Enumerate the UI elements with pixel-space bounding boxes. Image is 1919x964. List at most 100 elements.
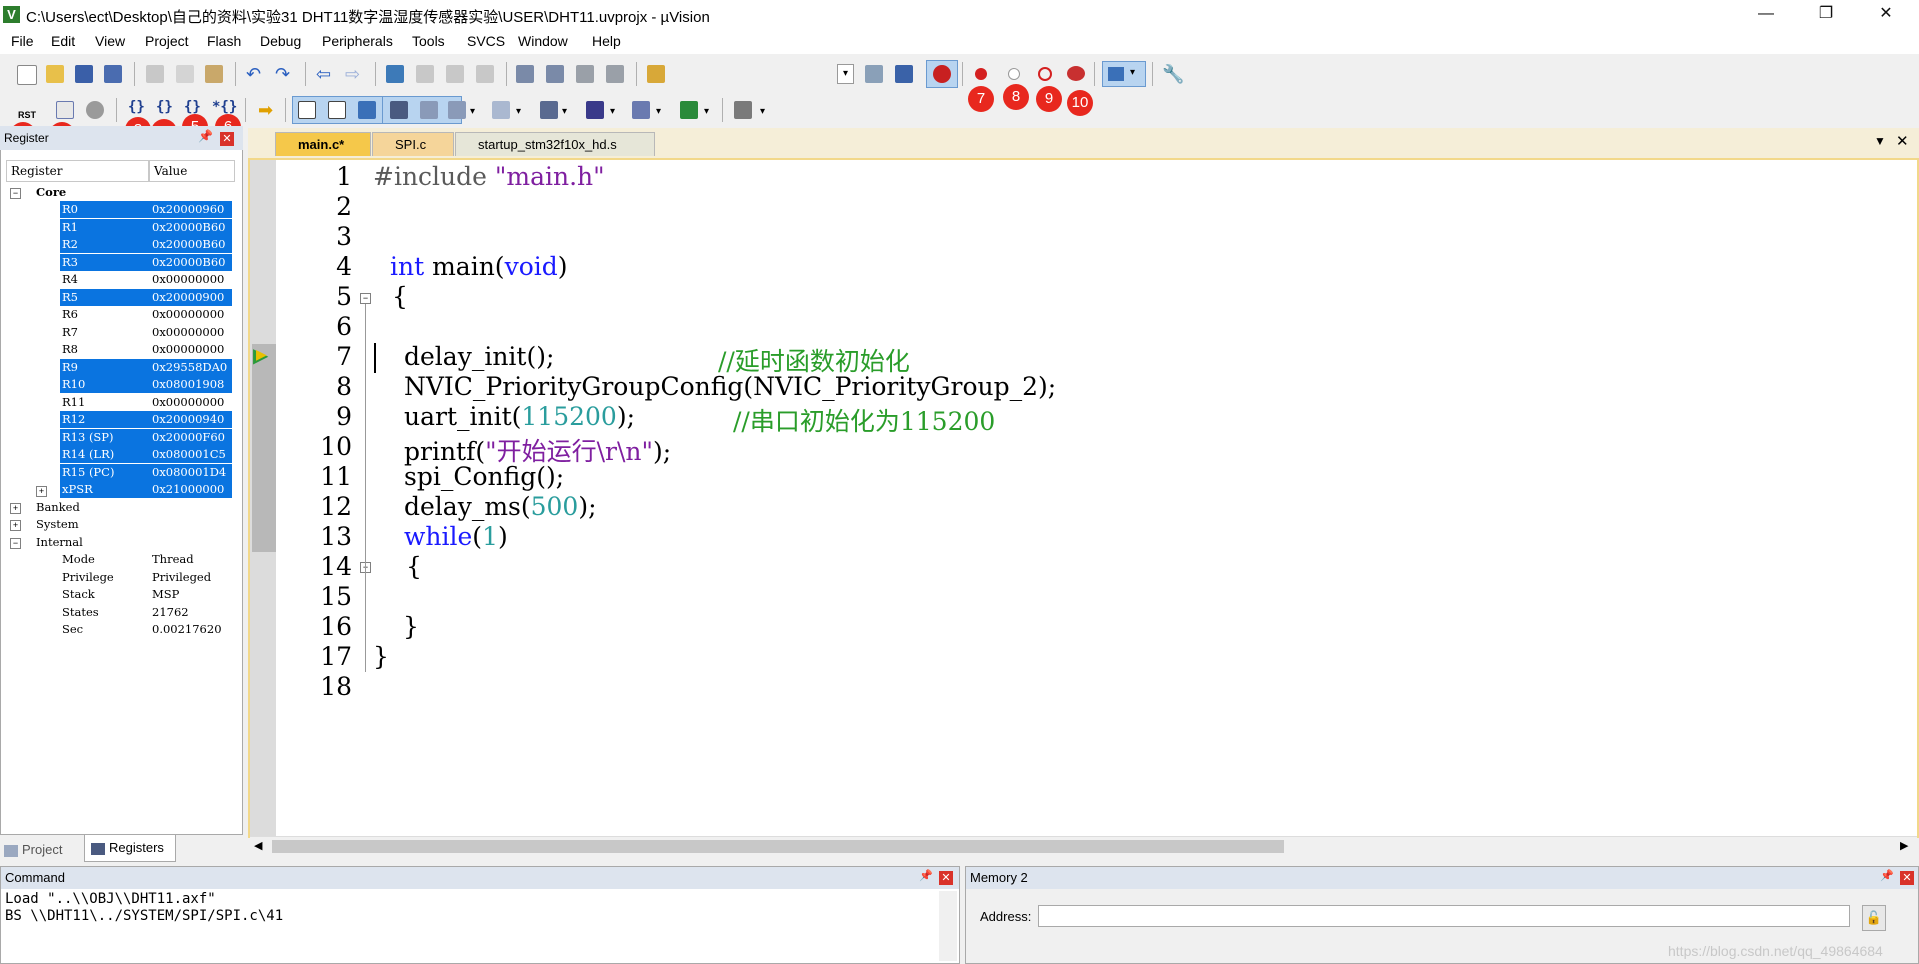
- copy-icon[interactable]: [176, 65, 194, 83]
- wrench-icon[interactable]: 🔧: [1162, 65, 1184, 83]
- menu-file[interactable]: File: [11, 33, 34, 49]
- scrollbar-thumb[interactable]: [272, 840, 1284, 853]
- reset-icon[interactable]: RST: [16, 98, 38, 122]
- step-out-icon[interactable]: {}: [184, 99, 201, 115]
- tab-main-c[interactable]: main.c*: [275, 132, 371, 156]
- lock-icon[interactable]: 🔓: [1862, 905, 1886, 931]
- register-value[interactable]: 0x20000B60: [152, 236, 225, 253]
- registers-window-icon[interactable]: [390, 101, 408, 119]
- register-row[interactable]: R7 0x00000000: [60, 324, 232, 341]
- register-row[interactable]: R15 (PC) 0x080001D4: [60, 463, 232, 481]
- chevron-down-icon[interactable]: ▾: [470, 106, 475, 117]
- register-row[interactable]: R5 0x20000900: [60, 288, 232, 306]
- tree-group-internal[interactable]: Internal: [36, 534, 83, 551]
- register-row[interactable]: R1 0x20000B60: [60, 218, 232, 236]
- bookmark-icon[interactable]: [386, 65, 404, 83]
- register-row[interactable]: xPSR 0x21000000: [60, 481, 232, 498]
- save-icon[interactable]: [75, 65, 93, 83]
- new-file-icon[interactable]: [17, 65, 37, 85]
- register-value[interactable]: 0x080001D4: [152, 464, 226, 481]
- register-row[interactable]: R0 0x20000960: [60, 201, 232, 218]
- step-into-icon[interactable]: {}: [128, 99, 145, 115]
- register-row[interactable]: R8 0x00000000: [60, 341, 232, 358]
- register-row[interactable]: R3 0x20000B60: [60, 253, 232, 271]
- tab-spi-c[interactable]: SPI.c: [372, 132, 454, 156]
- target-options-icon[interactable]: [895, 65, 913, 83]
- collapse-icon[interactable]: −: [10, 538, 21, 549]
- tab-list-dropdown-icon[interactable]: ▼: [1874, 134, 1886, 148]
- address-input[interactable]: [1038, 905, 1850, 927]
- kill-all-breakpoints-icon[interactable]: [1067, 66, 1085, 81]
- pin-icon[interactable]: 📌: [919, 869, 933, 882]
- find-in-files-icon[interactable]: [647, 65, 665, 83]
- register-row[interactable]: R6 0x00000000: [60, 306, 232, 323]
- indent-icon[interactable]: [516, 65, 534, 83]
- tree-group-core[interactable]: Core: [36, 184, 66, 201]
- clear-bookmarks-icon[interactable]: [476, 65, 494, 83]
- command-window-icon[interactable]: [298, 101, 316, 119]
- restore-button[interactable]: ❐: [1803, 0, 1849, 30]
- pin-icon[interactable]: 📌: [198, 129, 213, 143]
- register-row[interactable]: R10 0x08001908: [60, 376, 232, 393]
- register-row[interactable]: R2 0x20000B60: [60, 236, 232, 253]
- serial-window-icon[interactable]: [540, 101, 558, 119]
- chevron-down-icon[interactable]: ▾: [610, 106, 615, 117]
- close-button[interactable]: ✕: [1863, 0, 1909, 30]
- menu-svcs[interactable]: SVCS: [467, 33, 505, 49]
- menu-view[interactable]: View: [95, 33, 125, 49]
- insert-breakpoint-icon[interactable]: [975, 68, 987, 80]
- enable-breakpoint-icon[interactable]: [1008, 68, 1020, 80]
- tab-project[interactable]: Project: [4, 839, 82, 861]
- navigate-back-icon[interactable]: ⇦: [316, 65, 334, 83]
- open-file-icon[interactable]: [46, 65, 64, 83]
- undo-icon[interactable]: ↶: [246, 65, 264, 83]
- command-vertical-scrollbar[interactable]: [939, 891, 957, 961]
- menu-debug[interactable]: Debug: [260, 33, 301, 49]
- register-value[interactable]: 0x20000F60: [152, 429, 225, 446]
- chevron-down-icon[interactable]: ▾: [562, 106, 567, 117]
- register-row[interactable]: R9 0x29558DA0: [60, 358, 232, 376]
- register-value[interactable]: 0x00000000: [152, 271, 224, 288]
- register-row[interactable]: R4 0x00000000: [60, 271, 232, 288]
- register-value[interactable]: 0x20000B60: [152, 219, 225, 236]
- register-row[interactable]: R12 0x20000940: [60, 411, 232, 428]
- register-value[interactable]: 0x08001908: [152, 376, 224, 393]
- register-value[interactable]: 0x00000000: [152, 306, 224, 323]
- menu-edit[interactable]: Edit: [51, 33, 75, 49]
- system-viewer-icon[interactable]: [680, 101, 698, 119]
- menu-help[interactable]: Help: [592, 33, 621, 49]
- symbols-window-icon[interactable]: [358, 101, 376, 119]
- menu-window[interactable]: Window: [518, 33, 568, 49]
- tree-group-banked[interactable]: Banked: [36, 499, 80, 516]
- window-layout-button[interactable]: ▾: [1102, 61, 1146, 87]
- tab-startup-s[interactable]: startup_stm32f10x_hd.s: [455, 132, 655, 156]
- expand-icon[interactable]: +: [10, 503, 21, 514]
- disassembly-window-icon[interactable]: [328, 101, 346, 119]
- collapse-icon[interactable]: −: [10, 188, 21, 199]
- internal-row[interactable]: Mode Thread: [60, 551, 232, 568]
- memory-window-icon[interactable]: [492, 101, 510, 119]
- register-value[interactable]: 0x20000B60: [152, 254, 225, 271]
- chevron-down-icon[interactable]: ▾: [656, 106, 661, 117]
- run-icon[interactable]: [56, 101, 74, 119]
- trace-window-icon[interactable]: [632, 101, 650, 119]
- internal-row[interactable]: Stack MSP: [60, 586, 232, 603]
- register-value[interactable]: 0x20000960: [152, 201, 224, 218]
- stop-icon[interactable]: [86, 101, 104, 119]
- minimize-button[interactable]: —: [1743, 0, 1789, 30]
- redo-icon[interactable]: ↷: [275, 65, 293, 83]
- register-value[interactable]: 0x080001C5: [152, 446, 226, 463]
- disable-all-breakpoints-icon[interactable]: [1038, 67, 1052, 81]
- register-row[interactable]: R13 (SP) 0x20000F60: [60, 428, 232, 446]
- paste-icon[interactable]: [205, 65, 223, 83]
- analysis-window-icon[interactable]: [586, 101, 604, 119]
- scroll-left-icon[interactable]: ◀: [254, 839, 262, 852]
- register-value[interactable]: 0x00000000: [152, 394, 224, 411]
- register-value[interactable]: 0x29558DA0: [152, 359, 227, 376]
- show-next-statement-icon[interactable]: ➡: [258, 101, 276, 119]
- memory-vertical-scrollbar[interactable]: [1896, 891, 1914, 961]
- expand-icon[interactable]: +: [36, 486, 47, 497]
- editor-horizontal-scrollbar[interactable]: ◀ ▶: [250, 836, 1917, 855]
- configure-icon[interactable]: [865, 65, 883, 83]
- internal-row[interactable]: Sec 0.00217620: [60, 621, 232, 638]
